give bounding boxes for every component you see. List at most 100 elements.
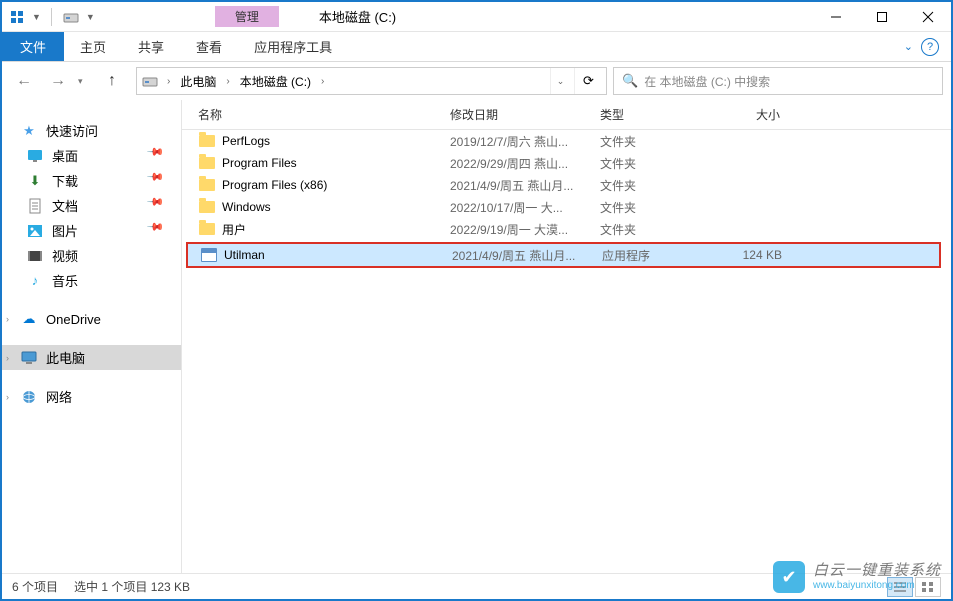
desktop-icon <box>26 147 44 165</box>
download-icon: ⬇ <box>26 172 44 190</box>
folder-icon <box>198 133 216 149</box>
qat-dropdown-icon[interactable]: ▼ <box>32 12 41 22</box>
navigation-pane: ★ 快速访问 桌面 📌 ⬇ 下载 📌 文档 📌 <box>2 100 182 573</box>
sidebar-item-documents[interactable]: 文档 📌 <box>2 193 181 218</box>
address-drive-icon <box>141 72 159 90</box>
file-size: 124 KB <box>722 248 802 262</box>
sidebar-item-quick-access[interactable]: ★ 快速访问 <box>2 118 181 143</box>
file-row-folder[interactable]: Program Files (x86) 2021/4/9/周五 燕山月... 文… <box>182 174 951 196</box>
chevron-right-icon[interactable]: › <box>6 314 9 324</box>
column-header-size[interactable]: 大小 <box>720 106 800 123</box>
crumb-this-pc[interactable]: 此电脑 <box>178 73 218 90</box>
crumb-sep-icon[interactable]: › <box>222 76 233 87</box>
tab-share[interactable]: 共享 <box>122 32 180 61</box>
exe-icon <box>200 247 218 263</box>
crumb-drive[interactable]: 本地磁盘 (C:) <box>238 73 313 90</box>
sidebar-item-videos[interactable]: 视频 <box>2 243 181 268</box>
status-item-count: 6 个项目 <box>12 578 58 595</box>
watermark-url: www.baiyunxitong.com <box>813 580 941 591</box>
window-title: 本地磁盘 (C:) <box>319 7 396 26</box>
file-row-folder[interactable]: PerfLogs 2019/12/7/周六 燕山... 文件夹 <box>182 130 951 152</box>
file-type: 文件夹 <box>600 221 720 238</box>
file-name: PerfLogs <box>222 134 270 148</box>
star-icon: ★ <box>20 122 38 140</box>
video-icon <box>26 247 44 265</box>
file-name: Windows <box>222 200 271 214</box>
file-name: Program Files <box>222 156 297 170</box>
search-input[interactable]: 🔍 在 本地磁盘 (C:) 中搜索 <box>613 67 943 95</box>
file-row-selected[interactable]: Utilman 2021/4/9/周五 燕山月... 应用程序 124 KB <box>188 244 939 266</box>
address-bar-row: ← → ▾ ↑ › 此电脑 › 本地磁盘 (C:) › ⌄ ⟳ 🔍 在 本地磁盘… <box>2 62 951 100</box>
folder-icon <box>198 177 216 193</box>
file-type: 文件夹 <box>600 133 720 150</box>
chevron-right-icon[interactable]: › <box>6 392 9 402</box>
tab-view[interactable]: 查看 <box>180 32 238 61</box>
address-box[interactable]: › 此电脑 › 本地磁盘 (C:) › ⌄ ⟳ <box>136 67 607 95</box>
watermark-title: 白云一键重装系统 <box>813 563 941 580</box>
search-icon: 🔍 <box>622 73 638 89</box>
folder-icon <box>198 155 216 171</box>
file-date: 2022/10/17/周一 大... <box>450 199 600 216</box>
minimize-button[interactable] <box>813 3 859 31</box>
document-icon <box>26 197 44 215</box>
titlebar: ▼ ▼ 管理 本地磁盘 (C:) <box>2 2 951 32</box>
chevron-down-icon: ⌄ <box>904 40 913 53</box>
nav-forward-button[interactable]: → <box>44 67 72 95</box>
file-list: PerfLogs 2019/12/7/周六 燕山... 文件夹 Program … <box>182 130 951 573</box>
network-icon <box>20 388 38 406</box>
sidebar-item-network[interactable]: › 网络 <box>2 384 181 409</box>
column-header-name[interactable]: 名称 <box>198 106 450 123</box>
nav-back-button[interactable]: ← <box>10 67 38 95</box>
pin-icon: 📌 <box>146 193 172 219</box>
file-name: Utilman <box>224 248 265 262</box>
drive-dropdown-icon[interactable]: ▼ <box>86 12 95 22</box>
folder-icon <box>198 199 216 215</box>
sidebar-item-label: 桌面 <box>52 146 78 165</box>
folder-icon <box>198 221 216 237</box>
sidebar-item-desktop[interactable]: 桌面 📌 <box>2 143 181 168</box>
cloud-icon: ☁ <box>20 310 38 328</box>
sidebar-item-onedrive[interactable]: › ☁ OneDrive <box>2 307 181 331</box>
ribbon-tabs: 文件 主页 共享 查看 应用程序工具 ⌄ ? <box>2 32 951 62</box>
highlight-annotation: Utilman 2021/4/9/周五 燕山月... 应用程序 124 KB <box>186 242 941 268</box>
status-selection: 选中 1 个项目 123 KB <box>74 578 190 595</box>
sidebar-item-this-pc[interactable]: › 此电脑 <box>2 345 181 370</box>
tab-app-tools[interactable]: 应用程序工具 <box>238 32 348 61</box>
file-date: 2022/9/19/周一 大漠... <box>450 221 600 238</box>
window-controls <box>813 3 951 31</box>
file-name: 用户 <box>222 221 246 238</box>
sidebar-item-pictures[interactable]: 图片 📌 <box>2 218 181 243</box>
close-button[interactable] <box>905 3 951 31</box>
qat-divider <box>51 8 52 26</box>
tab-file[interactable]: 文件 <box>2 32 64 61</box>
maximize-button[interactable] <box>859 3 905 31</box>
nav-history-dropdown[interactable]: ▾ <box>78 76 92 87</box>
nav-up-button[interactable]: ↑ <box>98 67 126 95</box>
column-header-date[interactable]: 修改日期 <box>450 106 600 123</box>
tab-home[interactable]: 主页 <box>64 32 122 61</box>
sidebar-item-label: 快速访问 <box>46 121 98 140</box>
refresh-button[interactable]: ⟳ <box>574 68 602 94</box>
sidebar-item-label: 下载 <box>52 171 78 190</box>
help-icon[interactable]: ? <box>921 38 939 56</box>
drive-icon <box>62 8 80 26</box>
crumb-sep-icon[interactable]: › <box>163 76 174 87</box>
column-header-type[interactable]: 类型 <box>600 106 720 123</box>
file-row-folder[interactable]: Program Files 2022/9/29/周四 燕山... 文件夹 <box>182 152 951 174</box>
sidebar-item-label: 音乐 <box>52 271 78 290</box>
address-dropdown-icon[interactable]: ⌄ <box>550 68 570 94</box>
sidebar-item-label: 网络 <box>46 387 72 406</box>
ribbon-collapse[interactable]: ⌄ ? <box>892 32 951 61</box>
file-row-folder[interactable]: 用户 2022/9/19/周一 大漠... 文件夹 <box>182 218 951 240</box>
file-type: 文件夹 <box>600 155 720 172</box>
sidebar-item-label: 此电脑 <box>46 348 85 367</box>
crumb-sep-icon[interactable]: › <box>317 76 328 87</box>
sidebar-item-downloads[interactable]: ⬇ 下载 📌 <box>2 168 181 193</box>
contextual-tab-group: 管理 <box>215 6 279 27</box>
file-date: 2022/9/29/周四 燕山... <box>450 155 600 172</box>
file-row-folder[interactable]: Windows 2022/10/17/周一 大... 文件夹 <box>182 196 951 218</box>
sidebar-item-music[interactable]: ♪ 音乐 <box>2 268 181 293</box>
chevron-right-icon[interactable]: › <box>6 353 9 363</box>
file-type: 文件夹 <box>600 199 720 216</box>
contextual-tab-group-label: 管理 <box>215 6 279 27</box>
